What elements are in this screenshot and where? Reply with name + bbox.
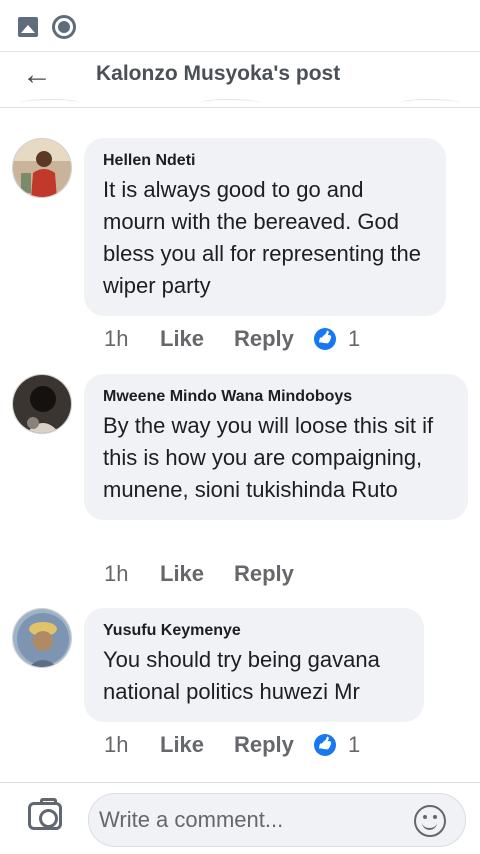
- post-header: ← Kalonzo Musyoka's post: [0, 52, 480, 108]
- comment-author[interactable]: Hellen Ndeti: [103, 150, 426, 172]
- reply-button[interactable]: Reply: [234, 729, 294, 761]
- reply-button[interactable]: Reply: [234, 558, 294, 590]
- comment-author[interactable]: Mweene Mindo Wana Mindoboys: [103, 386, 448, 408]
- avatar[interactable]: [12, 608, 72, 668]
- avatar[interactable]: [12, 374, 72, 434]
- comment-author[interactable]: Yusufu Keymenye: [103, 620, 404, 642]
- emoji-icon[interactable]: [414, 805, 446, 837]
- screen-record-icon: [52, 15, 76, 39]
- comment-time[interactable]: 1h: [104, 323, 128, 355]
- comment-time[interactable]: 1h: [104, 729, 128, 761]
- comment-input[interactable]: [88, 793, 466, 847]
- comment-text: It is always good to go and mourn with t…: [103, 177, 421, 298]
- like-button[interactable]: Like: [160, 323, 204, 355]
- gallery-icon: [18, 17, 38, 37]
- comment-time[interactable]: 1h: [104, 558, 128, 590]
- comment-text: You should try being gavana national pol…: [103, 647, 380, 704]
- comment-bubble: Hellen Ndeti It is always good to go and…: [84, 138, 446, 316]
- like-button[interactable]: Like: [160, 729, 204, 761]
- reaction-count[interactable]: 1: [348, 729, 360, 761]
- comment-bubble: Mweene Mindo Wana Mindoboys By the way y…: [84, 374, 468, 520]
- page-title: Kalonzo Musyoka's post: [96, 62, 341, 85]
- comment-composer: [0, 782, 480, 854]
- avatar[interactable]: [12, 138, 72, 198]
- comment-text: By the way you will loose this sit if th…: [103, 413, 434, 502]
- comment-bubble: Yusufu Keymenye You should try being gav…: [84, 608, 424, 722]
- camera-icon[interactable]: [28, 798, 62, 830]
- back-arrow-icon[interactable]: ←: [22, 60, 52, 90]
- reply-button[interactable]: Reply: [234, 323, 294, 355]
- like-reaction-icon[interactable]: [314, 734, 336, 756]
- status-bar: [0, 0, 480, 52]
- reaction-count[interactable]: 1: [348, 323, 360, 355]
- reaction-rail: [0, 97, 480, 107]
- like-button[interactable]: Like: [160, 558, 204, 590]
- like-reaction-icon[interactable]: [314, 328, 336, 350]
